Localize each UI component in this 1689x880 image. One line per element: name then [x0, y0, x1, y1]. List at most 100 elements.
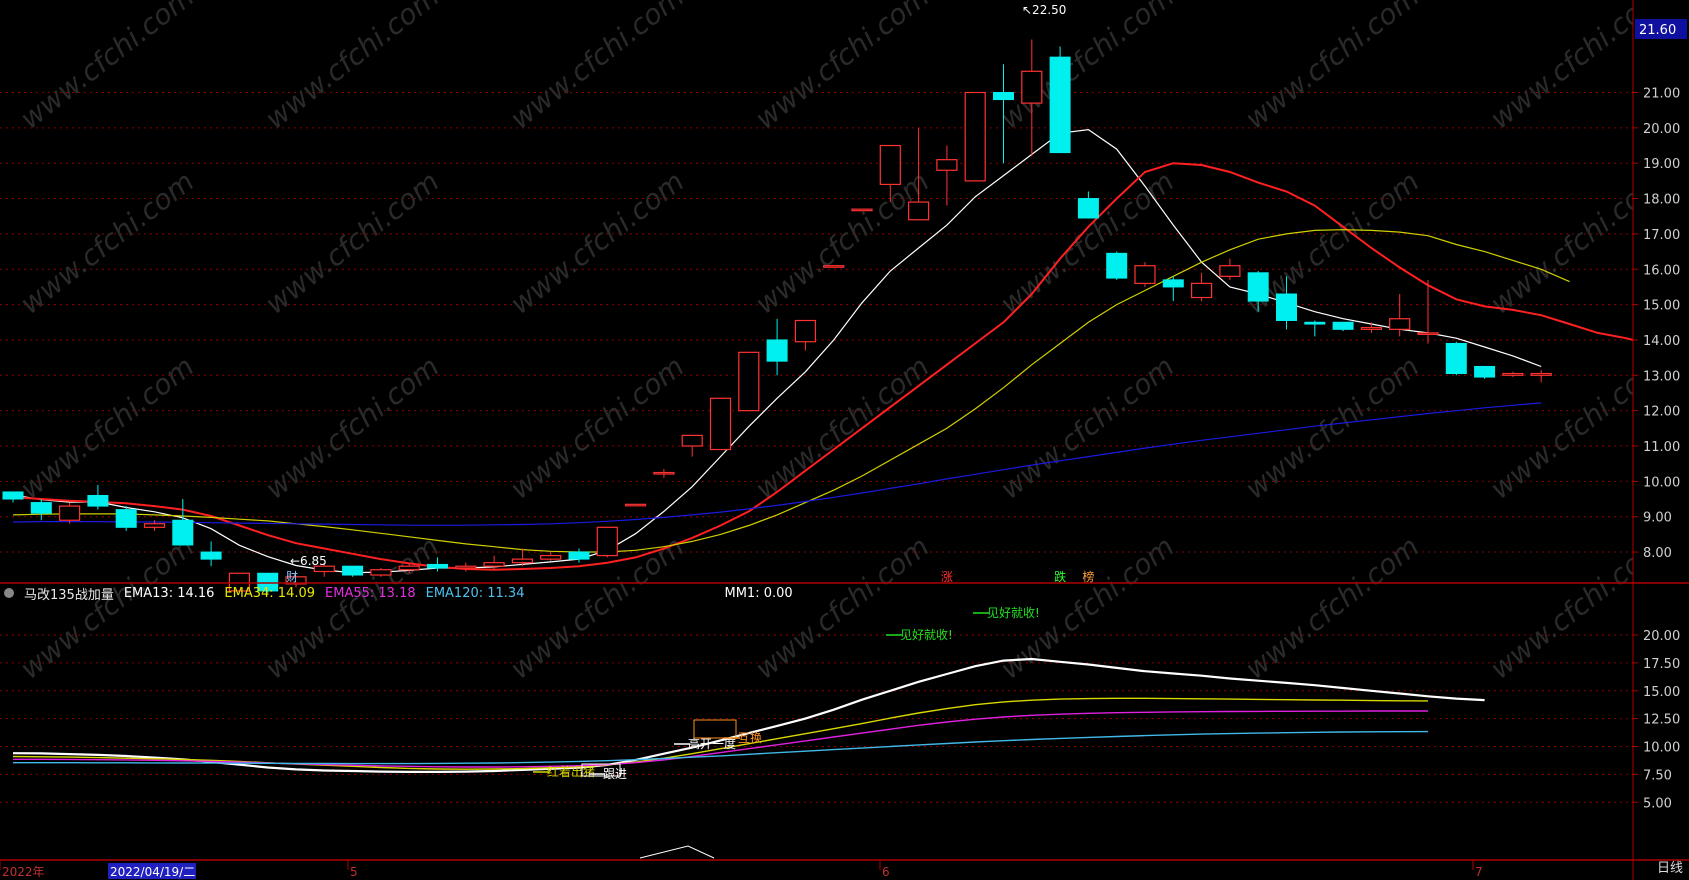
- stock-chart[interactable]: www.cfchi.com www.cfchi.com www.cfchi.com w…: [0, 0, 1689, 880]
- candle-body-up: [370, 569, 392, 576]
- candle-body-up: [511, 558, 534, 564]
- indicator-tick-label: 15.00: [1643, 685, 1680, 700]
- watermark-text: www.cfchi.com: [1239, 350, 1425, 506]
- watermark-text: www.cfchi.com: [994, 165, 1180, 321]
- candle-body-up: [1389, 318, 1411, 330]
- price-tick-label: 8.00: [1643, 546, 1672, 561]
- candle-body-up: [540, 554, 562, 560]
- price-tick-label: 18.00: [1643, 193, 1680, 208]
- price-tick-label: 10.00: [1643, 475, 1680, 490]
- price-tick-label: 19.00: [1643, 157, 1680, 172]
- indicator-title[interactable]: 马改135战加量: [24, 584, 114, 603]
- price-tick-label: 21.00: [1643, 87, 1680, 102]
- indicator-tick-label: 5.00: [1643, 796, 1672, 811]
- watermark-text: www.cfchi.com: [749, 0, 935, 136]
- price-tick-label: 20.00: [1643, 122, 1680, 137]
- candle-body-down: [568, 551, 590, 560]
- candle-body-down: [993, 92, 1014, 101]
- signal-label: 红着出猪: [547, 764, 595, 779]
- watermark-text: www.cfchi.com: [504, 0, 690, 136]
- signal-label: 见好就收!: [987, 606, 1040, 620]
- candle-body-down: [2, 491, 24, 500]
- event-marker: 跌: [1054, 569, 1066, 584]
- watermark-text: www.cfchi.com: [504, 350, 690, 506]
- candle-body-up: [398, 565, 420, 571]
- candle-body-up: [1021, 70, 1043, 104]
- candle-body-down: [1304, 321, 1326, 325]
- candle-body-down: [766, 339, 788, 362]
- candle-body-down: [427, 563, 448, 569]
- candle-body-up: [1190, 282, 1213, 299]
- legend-mm1: MM1: 0.00: [724, 585, 793, 601]
- candle-body-down: [1106, 252, 1128, 279]
- candle-body-up: [709, 397, 732, 451]
- price-tick-label: 15.00: [1643, 299, 1680, 314]
- watermark-text: www.cfchi.com: [504, 165, 690, 321]
- candle-body-up: [879, 144, 901, 186]
- candle-body-up: [1219, 265, 1241, 277]
- watermark-text: www.cfchi.com: [994, 0, 1180, 136]
- time-axis-label: 5: [350, 865, 358, 879]
- candle-body-up: [1360, 326, 1383, 330]
- indicator-tick-label: 12.50: [1643, 713, 1680, 728]
- watermark-text: www.cfchi.com: [1239, 530, 1425, 686]
- low-annotation: ←6.85: [290, 554, 327, 568]
- candle-body-down: [1332, 321, 1354, 330]
- price-tick-label: 12.00: [1643, 405, 1680, 420]
- price-tick-label: 14.00: [1643, 334, 1680, 349]
- watermark-text: www.cfchi.com: [259, 350, 445, 506]
- candle-body-up: [907, 201, 930, 221]
- legend-ema13: EMA13: 14.16: [123, 585, 215, 601]
- mm1-line: [639, 845, 715, 859]
- candle-body-up: [851, 208, 873, 212]
- candle-body-down: [1162, 279, 1184, 288]
- price-tick-label: 9.00: [1643, 511, 1672, 526]
- watermark-text: www.cfchi.com: [749, 165, 935, 321]
- time-axis-label: 2022/04/19/二: [110, 865, 195, 879]
- indicator-legend: 马改135战加量 EMA13: 14.16 EMA34: 14.09 EMA55…: [0, 583, 803, 603]
- watermark-text: www.cfchi.com: [259, 0, 445, 136]
- candle-body-up: [1502, 372, 1524, 376]
- signal-label: 互换: [738, 731, 762, 745]
- time-axis-label: 2022年: [2, 865, 45, 879]
- candle-body-down: [1474, 365, 1496, 378]
- time-axis-label: 7: [1475, 865, 1483, 879]
- candle-body-down: [1049, 56, 1071, 154]
- legend-ema55: EMA55: 13.18: [325, 585, 416, 601]
- time-axis-label: 6: [882, 865, 890, 879]
- candle-body-up: [624, 503, 647, 507]
- legend-ema120: EMA120: 11.34: [425, 585, 525, 601]
- indicator-tick-label: 20.00: [1643, 629, 1680, 644]
- candle-body-down: [1077, 198, 1099, 219]
- indicator-toggle-icon[interactable]: [4, 588, 14, 598]
- period-label[interactable]: 日线: [1657, 857, 1683, 876]
- candle-body-up: [455, 565, 477, 569]
- candle-body-up: [794, 319, 817, 343]
- current-price-label: 21.60: [1639, 23, 1676, 38]
- candle-body-up: [1134, 265, 1156, 284]
- candle-body-up: [681, 434, 703, 447]
- price-tick-label: 13.00: [1643, 369, 1680, 384]
- event-marker: 榜: [1082, 569, 1094, 584]
- candle-body-down: [87, 494, 109, 507]
- candle-body-down: [200, 551, 222, 560]
- signal-box: [693, 719, 737, 739]
- watermark-text: www.cfchi.com: [14, 165, 200, 321]
- candle-body-down: [1445, 342, 1467, 375]
- candle-body-down: [30, 502, 52, 514]
- price-tick-label: 11.00: [1643, 440, 1680, 455]
- price-tick-label: 16.00: [1643, 263, 1680, 278]
- watermark-text: www.cfchi.com: [1239, 0, 1425, 136]
- candle-body-down: [1276, 293, 1297, 322]
- indicator-tick-label: 17.50: [1643, 657, 1680, 672]
- candle-body-down: [342, 565, 364, 576]
- watermark-text: www.cfchi.com: [14, 350, 200, 506]
- candle-body-down: [172, 519, 194, 546]
- candle-body-down: [115, 509, 137, 528]
- candle-body-up: [1530, 372, 1552, 376]
- candle-body-up: [596, 526, 618, 557]
- price-tick-label: 17.00: [1643, 228, 1680, 243]
- candle-body-up: [1417, 332, 1439, 335]
- signal-label: 见好就收!: [900, 628, 953, 642]
- event-marker: 涨: [941, 569, 953, 584]
